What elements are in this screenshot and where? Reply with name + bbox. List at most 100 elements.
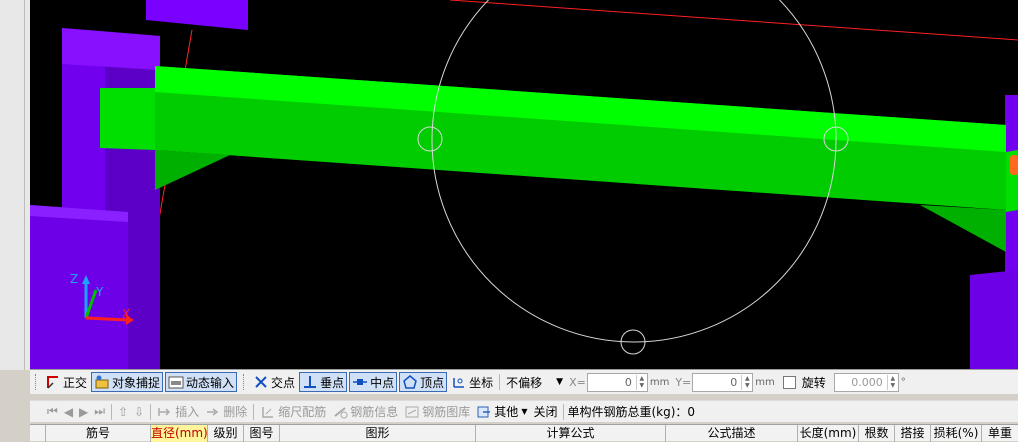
coordinate-label: 坐标: [469, 375, 494, 390]
coordinate-icon: [451, 374, 467, 390]
axis-x-label: X: [122, 307, 130, 321]
toolbar-separator: [111, 403, 113, 420]
midpoint-snap-button[interactable]: 中点: [349, 372, 398, 392]
other-menu-button[interactable]: 其他 ▼: [474, 402, 529, 422]
column-header-shape[interactable]: 图形: [280, 425, 476, 442]
y-unit-label: mm: [755, 376, 775, 388]
vertex-icon: [402, 374, 418, 390]
panel-divider: [24, 0, 25, 370]
chevron-down-icon: ▼: [521, 407, 528, 416]
close-button[interactable]: 关闭: [531, 402, 559, 422]
y-field-label: Y=: [675, 375, 692, 389]
y-offset-input[interactable]: 0 ▲ ▼: [692, 372, 754, 392]
offset-select[interactable]: 不偏移 ▼: [506, 372, 563, 392]
perpendicular-snap-button[interactable]: 垂点: [299, 372, 348, 392]
toolbar-grip[interactable]: [243, 374, 247, 390]
other-menu-label: 其他: [494, 405, 519, 419]
ortho-label: 正交: [63, 375, 88, 390]
3d-viewport[interactable]: Z Y X: [30, 0, 1018, 369]
column-header-grade[interactable]: 级别: [208, 425, 244, 442]
object-snap-icon: [94, 374, 110, 390]
dynamic-input-icon: [168, 374, 184, 390]
snap-toolbar: 正交 对象捕捉 动态输入 交点 垂点 中点 顶点 坐标 不偏移 ▼ X= 0 ▲…: [30, 369, 1018, 394]
delete-icon: [205, 404, 221, 420]
rebar-info-button[interactable]: 钢筋信息: [330, 402, 400, 422]
midpoint-icon: [352, 374, 368, 390]
column-header-formula-description[interactable]: 公式描述: [666, 425, 798, 442]
move-down-icon[interactable]: ⇩: [132, 402, 146, 422]
beam-end-left: [100, 88, 155, 150]
last-record-icon[interactable]: ⏭: [92, 402, 107, 422]
delete-button[interactable]: 删除: [203, 402, 249, 422]
dynamic-input-label: 动态输入: [186, 375, 235, 390]
toolbar-grip[interactable]: [35, 374, 39, 390]
axis-z-label: Z: [70, 272, 78, 286]
insert-icon: [157, 404, 173, 420]
rotate-angle-value[interactable]: 0.000: [835, 376, 887, 389]
rotate-label: 旋转: [801, 375, 826, 390]
scale-rebar-label: 缩尺配筋: [278, 405, 327, 419]
rotate-checkbox[interactable]: [782, 375, 796, 389]
rotate-unit-label: °: [900, 376, 906, 388]
column-header-length[interactable]: 长度(mm): [798, 425, 859, 442]
toolbar-separator: [150, 403, 152, 420]
insert-button[interactable]: 插入: [155, 402, 201, 422]
column-header-lap[interactable]: 搭接: [895, 425, 931, 442]
perpendicular-label: 垂点: [320, 375, 345, 390]
delete-label: 删除: [223, 405, 248, 419]
spinner-icon[interactable]: ▲ ▼: [886, 374, 898, 390]
axis-y-label: Y: [95, 285, 104, 299]
column-header-loss[interactable]: 损耗(%): [931, 425, 982, 442]
object-snap-button[interactable]: 对象捕捉: [91, 372, 164, 392]
rebar-info-label: 钢筋信息: [350, 405, 399, 419]
insert-label: 插入: [175, 405, 200, 419]
x-unit-label: mm: [649, 376, 670, 388]
first-record-icon[interactable]: ⏮: [45, 402, 60, 422]
x-field-label: X=: [569, 375, 586, 389]
total-weight-value: 0: [687, 404, 696, 419]
column-header-bar-number[interactable]: 筋号: [46, 425, 151, 442]
x-offset-value[interactable]: 0: [588, 376, 636, 389]
scale-rebar-button[interactable]: 缩尺配筋: [258, 402, 328, 422]
column-header-diameter[interactable]: 直径(mm): [151, 425, 208, 442]
object-snap-label: 对象捕捉: [112, 375, 161, 390]
left-side-panel: [0, 0, 31, 370]
offset-select-value: 不偏移: [506, 375, 543, 390]
move-up-icon[interactable]: ⇧: [116, 402, 130, 422]
vertex-snap-button[interactable]: 顶点: [399, 372, 448, 392]
rebar-library-label: 钢筋图库: [422, 405, 471, 419]
total-weight-label: 单构件钢筋总重(kg)：: [567, 405, 688, 419]
rebar-library-button[interactable]: 钢筋图库: [402, 402, 472, 422]
x-offset-input[interactable]: 0 ▲ ▼: [586, 372, 648, 392]
scale-rebar-icon: [260, 404, 276, 420]
column-left-front[interactable]: [30, 205, 128, 369]
midpoint-label: 中点: [370, 375, 395, 390]
y-offset-value[interactable]: 0: [693, 376, 741, 389]
dynamic-input-button[interactable]: 动态输入: [165, 372, 238, 392]
column-header-figure-number[interactable]: 图号: [244, 425, 280, 442]
rebar-info-icon: [332, 404, 348, 420]
other-menu-icon: [476, 404, 492, 420]
next-record-icon[interactable]: ▶: [77, 402, 90, 422]
coordinate-snap-button[interactable]: 坐标: [449, 372, 495, 392]
intersection-label: 交点: [271, 375, 296, 390]
intersection-snap-button[interactable]: 交点: [251, 372, 297, 392]
selection-marker[interactable]: [1010, 155, 1018, 175]
row-indicator-header: [30, 425, 46, 442]
column-right-front[interactable]: [970, 270, 1018, 369]
column-header-formula[interactable]: 计算公式: [476, 425, 666, 442]
rebar-table-header: 筋号 直径(mm) 级别 图号 图形 计算公式 公式描述 长度(mm) 根数 搭…: [30, 424, 1018, 442]
toolbar-separator: [253, 403, 255, 420]
column-header-count[interactable]: 根数: [859, 425, 895, 442]
model-canvas[interactable]: Z Y X: [30, 0, 1018, 369]
perpendicular-icon: [302, 374, 318, 390]
rotate-angle-input[interactable]: 0.000 ▲ ▼: [833, 372, 899, 392]
toolbar-separator: [563, 403, 565, 420]
ortho-button[interactable]: 正交: [43, 372, 89, 392]
previous-record-icon[interactable]: ◀: [62, 402, 75, 422]
ortho-icon: [45, 374, 61, 390]
column-header-unit-weight[interactable]: 单重: [982, 425, 1018, 442]
spinner-icon[interactable]: ▲ ▼: [635, 374, 647, 390]
spinner-icon[interactable]: ▲ ▼: [741, 374, 752, 390]
close-label: 关闭: [533, 405, 558, 419]
